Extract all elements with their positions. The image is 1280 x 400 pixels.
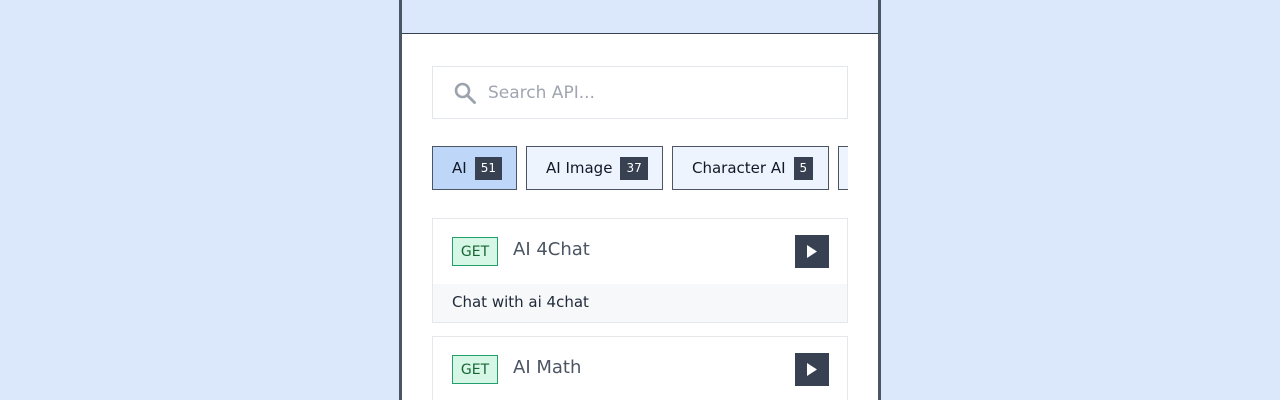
tab-ai[interactable]: AI 51: [432, 146, 517, 190]
app-frame: AI 51 AI Image 37 Character AI 5 GET AI …: [399, 0, 881, 400]
api-description: Chat with ai 4chat: [433, 284, 847, 322]
category-tabs: AI 51 AI Image 37 Character AI 5: [432, 146, 848, 190]
tab-character-ai[interactable]: Character AI 5: [672, 146, 829, 190]
tab-ai-image[interactable]: AI Image 37: [526, 146, 663, 190]
run-button[interactable]: [795, 353, 829, 386]
method-badge: GET: [452, 237, 498, 266]
tab-count-badge: 5: [793, 156, 814, 180]
tab-count-badge: 51: [474, 156, 502, 180]
tab-label: Character AI: [692, 159, 786, 177]
api-card: GET AI 4Chat Chat with ai 4chat: [432, 218, 848, 323]
tab-label: AI Image: [546, 159, 613, 177]
tab-label: AI: [452, 159, 467, 177]
api-name[interactable]: AI 4Chat: [513, 239, 590, 260]
search-icon: [454, 82, 476, 104]
search-box[interactable]: [432, 66, 848, 119]
top-bar: [402, 0, 878, 34]
api-name[interactable]: AI Math: [513, 357, 581, 378]
method-badge: GET: [452, 355, 498, 384]
run-button[interactable]: [795, 235, 829, 268]
play-icon: [807, 363, 817, 376]
search-input[interactable]: [488, 67, 828, 118]
tab-count-badge: 37: [620, 156, 648, 180]
api-card: GET AI Math: [432, 336, 848, 400]
play-icon: [807, 245, 817, 258]
api-card-header: GET AI Math: [433, 337, 847, 400]
tab-more[interactable]: [838, 146, 848, 190]
api-card-header: GET AI 4Chat: [433, 219, 847, 284]
